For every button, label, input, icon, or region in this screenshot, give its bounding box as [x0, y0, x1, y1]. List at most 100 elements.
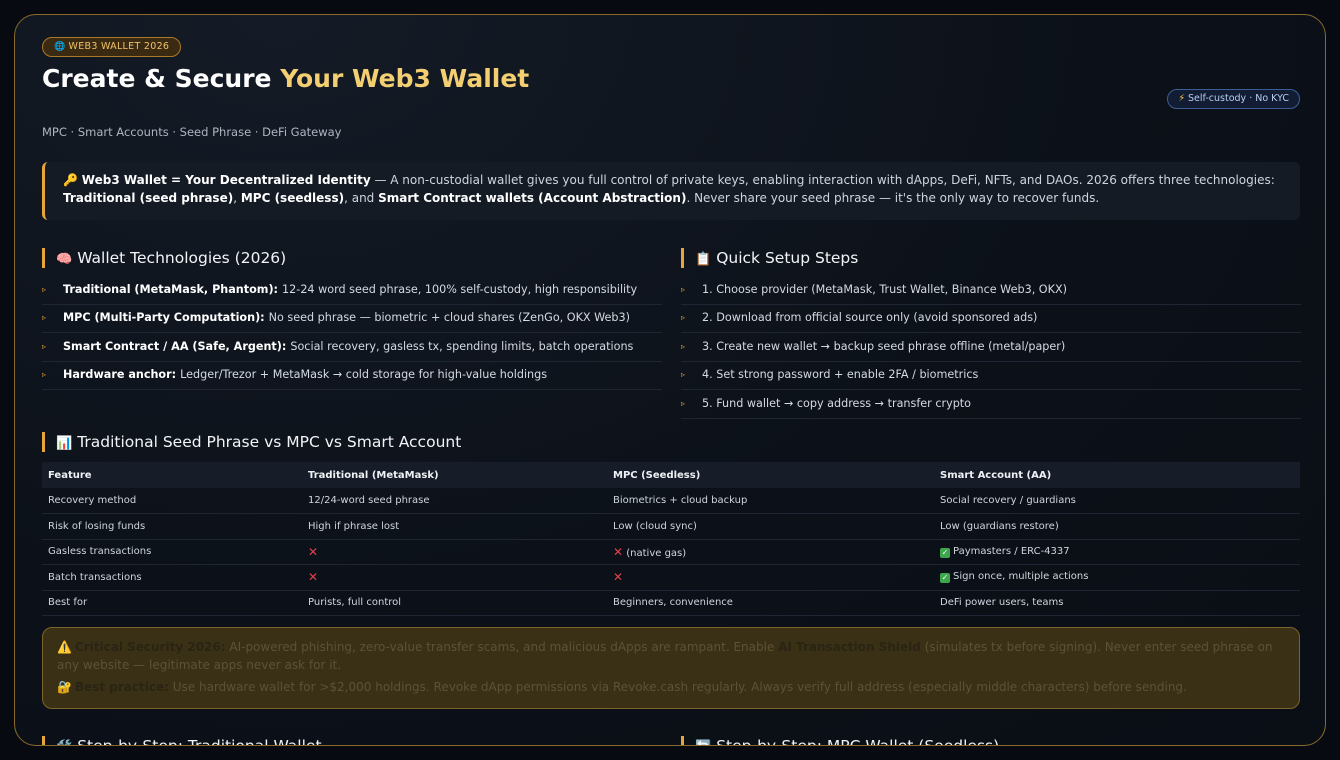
- intro-bold-traditional: Traditional (seed phrase): [63, 191, 234, 205]
- cell-note: (native gas): [626, 547, 687, 559]
- item-text: No seed phrase — biometric + cloud share…: [268, 311, 631, 325]
- bullet-arrow-icon: ▹: [681, 284, 686, 294]
- table-row: Gasless transactions ✕ ✕ (native gas) ✓ P…: [42, 539, 1300, 565]
- item-text: Social recovery, gasless tx, spending li…: [290, 339, 634, 353]
- table-cell: Batch transactions: [42, 564, 302, 591]
- tech-list: ▹ Traditional (MetaMask, Phantom): 12-24 w…: [42, 276, 662, 390]
- item-text: 4. Set strong password + enable 2FA / bi…: [702, 368, 979, 382]
- table-cell: ✕: [607, 564, 934, 591]
- item-bold: MPC (Multi-Party Computation):: [63, 311, 265, 325]
- check-icon: ✓: [940, 573, 950, 584]
- table-cell: Low (guardians restore): [934, 513, 1300, 540]
- best-practice-text: Use hardware wallet for >$2,000 holdings…: [168, 680, 1187, 694]
- subtitle: MPC · Smart Accounts · Seed Phrase · DeF…: [42, 125, 342, 139]
- item-text: 5. Fund wallet → copy address → transfer…: [702, 396, 972, 410]
- section-heading-mpc-steps: 🔄 Step-by-Step: MPC Wallet (Seedless): [681, 736, 1000, 746]
- bullet-arrow-icon: ▹: [42, 284, 47, 294]
- table-cell: Social recovery / guardians: [934, 488, 1300, 514]
- bullet-arrow-icon: ▹: [42, 313, 47, 323]
- brain-icon: 🧠: [56, 252, 73, 267]
- intro-callout: 🔑 Web3 Wallet = Your Decentralized Ident…: [42, 162, 1300, 220]
- best-practice-line: 🔐 Best practice: Use hardware wallet for …: [57, 678, 1285, 696]
- bullet-arrow-icon: ▹: [42, 341, 47, 351]
- cross-icon: ✕: [613, 544, 624, 559]
- bullet-arrow-icon: ▹: [681, 341, 686, 351]
- clipboard-icon: 📋: [695, 252, 712, 267]
- column-header: Smart Account (AA): [934, 462, 1300, 488]
- comparison-table: Feature Traditional (MetaMask) MPC (Seed…: [42, 462, 1300, 616]
- section-title: Step-by-Step: Traditional Wallet: [77, 737, 322, 746]
- column-header: Traditional (MetaMask): [302, 462, 607, 488]
- section-title: Step-by-Step: MPC Wallet (Seedless): [716, 737, 1000, 746]
- intro-text: , and: [344, 191, 379, 205]
- table-cell: Biometrics + cloud backup: [607, 488, 934, 514]
- item-text: 1. Choose provider (MetaMask, Trust Wall…: [702, 282, 1067, 296]
- table-cell: ✕ (native gas): [607, 539, 934, 565]
- warning-icon: ⚠️: [57, 640, 72, 654]
- table-header-row: Feature Traditional (MetaMask) MPC (Seed…: [42, 462, 1300, 488]
- table-cell: High if phrase lost: [302, 513, 607, 540]
- table-cell: ✕: [302, 564, 607, 591]
- cross-icon: ✕: [613, 570, 624, 585]
- section-title: Traditional Seed Phrase vs MPC vs Smart …: [77, 433, 462, 451]
- list-item: ▹ Smart Contract / AA (Safe, Argent): Soci…: [42, 333, 662, 362]
- list-item: ▹ Traditional (MetaMask, Phantom): 12-24 w…: [42, 276, 662, 305]
- table-cell: ✓ Sign once, multiple actions: [934, 564, 1300, 591]
- table-cell: Beginners, convenience: [607, 590, 934, 616]
- column-header: MPC (Seedless): [607, 462, 934, 488]
- item-text: 2. Download from official source only (a…: [702, 311, 1038, 325]
- list-item: ▹ 1. Choose provider (MetaMask, Trust Wal…: [681, 276, 1301, 305]
- bar-chart-icon: 📊: [56, 436, 73, 451]
- section-title: Quick Setup Steps: [716, 249, 859, 267]
- cell-note: Paymasters / ERC-4337: [953, 545, 1070, 557]
- table-cell: Purists, full control: [302, 590, 607, 616]
- table-cell: 12/24-word seed phrase: [302, 488, 607, 514]
- intro-bold-smart: Smart Contract wallets (Account Abstract…: [378, 191, 687, 205]
- globe-icon: 🌐: [54, 42, 66, 52]
- refresh-icon: 🔄: [695, 740, 711, 745]
- self-custody-badge: ⚡ Self-custody · No KYC: [1167, 89, 1300, 109]
- table-cell: Gasless transactions: [42, 539, 302, 565]
- cell-note: Sign once, multiple actions: [953, 571, 1089, 583]
- table-cell: Recovery method: [42, 488, 302, 514]
- table-row: Recovery method 12/24-word seed phrase B…: [42, 488, 1300, 514]
- main-card: 🌐 WEB3 WALLET 2026 Create & Secure Your W…: [14, 14, 1326, 746]
- list-item: ▹ 3. Create new wallet → backup seed phra…: [681, 333, 1301, 362]
- page-title: Create & Secure Your Web3 Wallet: [42, 64, 529, 93]
- table-row: Risk of losing funds High if phrase lost…: [42, 513, 1300, 540]
- table-cell: DeFi power users, teams: [934, 590, 1300, 616]
- lock-icon: 🔐: [57, 680, 72, 694]
- section-title: Wallet Technologies (2026): [77, 249, 287, 267]
- table-cell: Best for: [42, 590, 302, 616]
- warning-bold: AI Transaction Shield: [778, 640, 921, 654]
- warning-lead: Critical Security 2026:: [74, 640, 226, 654]
- security-warning-callout: ⚠️ Critical Security 2026: AI-powered phi…: [42, 627, 1300, 709]
- section-heading-traditional-steps: 🛠️ Step-by-Step: Traditional Wallet: [42, 736, 322, 746]
- bullet-arrow-icon: ▹: [42, 370, 47, 380]
- lightning-icon: ⚡: [1178, 93, 1186, 104]
- title-accent: Your Web3 Wallet: [280, 64, 530, 93]
- table-row: Batch transactions ✕ ✕ ✓ Sign once, multi…: [42, 564, 1300, 591]
- item-text: Ledger/Trezor + MetaMask → cold storage …: [180, 368, 548, 382]
- intro-lead: Web3 Wallet = Your Decentralized Identit…: [81, 173, 371, 187]
- table-row: Best for Purists, full control Beginners…: [42, 590, 1300, 616]
- table-cell: ✓ Paymasters / ERC-4337: [934, 539, 1300, 565]
- item-bold: Traditional (MetaMask, Phantom):: [63, 282, 279, 296]
- setup-list: ▹ 1. Choose provider (MetaMask, Trust Wal…: [681, 276, 1301, 419]
- list-item: ▹ 4. Set strong password + enable 2FA / b…: [681, 362, 1301, 390]
- cross-icon: ✕: [308, 544, 319, 559]
- category-badge: 🌐 WEB3 WALLET 2026: [42, 37, 182, 57]
- warning-text: AI-powered phishing, zero-value transfer…: [225, 640, 779, 654]
- list-item: ▹ 2. Download from official source only (…: [681, 305, 1301, 333]
- tools-icon: 🛠️: [56, 740, 72, 745]
- title-main: Create & Secure: [42, 64, 281, 93]
- check-icon: ✓: [940, 547, 950, 558]
- table-cell: Low (cloud sync): [607, 513, 934, 540]
- table-cell: ✕: [302, 539, 607, 565]
- cross-icon: ✕: [308, 570, 319, 585]
- warning-line: ⚠️ Critical Security 2026: AI-powered phi…: [57, 638, 1285, 674]
- table-cell: Risk of losing funds: [42, 513, 302, 540]
- bullet-arrow-icon: ▹: [681, 313, 686, 323]
- list-item: ▹ MPC (Multi-Party Computation): No seed p…: [42, 305, 662, 333]
- column-header: Feature: [42, 462, 302, 488]
